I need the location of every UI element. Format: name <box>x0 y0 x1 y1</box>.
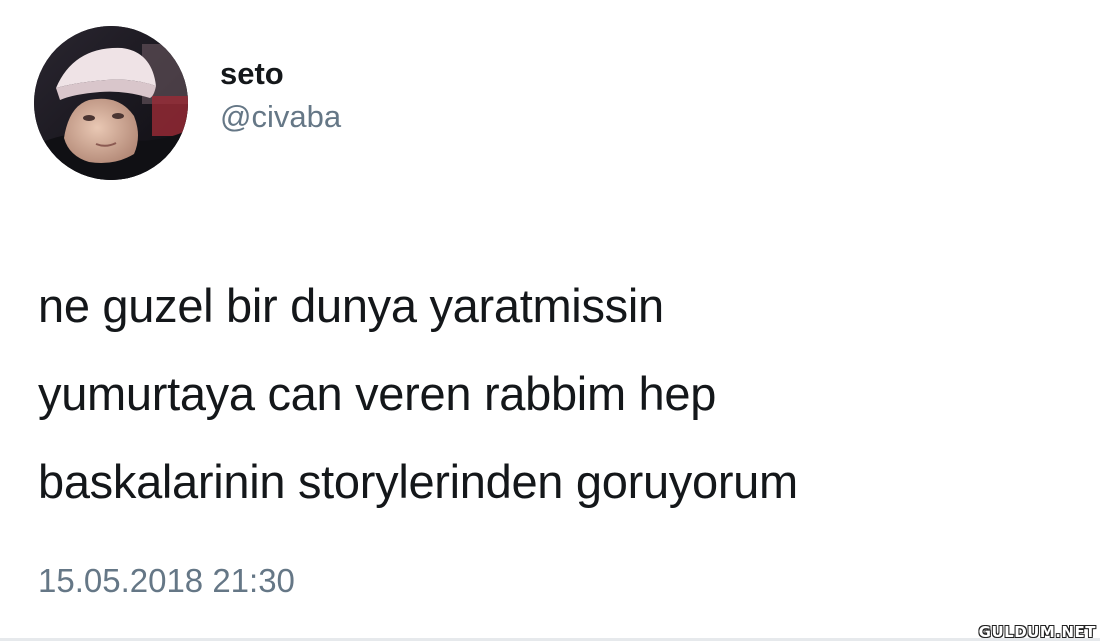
user-handle[interactable]: @civaba <box>220 96 341 138</box>
tweet-text: ne guzel bir dunya yaratmissin yumurtaya… <box>38 262 1078 526</box>
profile-photo-icon <box>34 26 188 180</box>
watermark: GULDUM.NET <box>978 623 1096 641</box>
user-names: seto @civaba <box>220 52 341 138</box>
display-name[interactable]: seto <box>220 52 341 96</box>
tweet-timestamp[interactable]: 15.05.2018 21:30 <box>38 557 295 605</box>
divider <box>0 638 1100 641</box>
tweet-header: seto @civaba <box>34 26 341 180</box>
avatar[interactable] <box>34 26 188 180</box>
tweet-text-line: baskalarinin storylerinden goruyorum <box>38 455 798 508</box>
tweet-card: seto @civaba ne guzel bir dunya yaratmis… <box>0 0 1100 644</box>
tweet-text-line: yumurtaya can veren rabbim hep <box>38 367 717 420</box>
tweet-text-line: ne guzel bir dunya yaratmissin <box>38 279 664 332</box>
